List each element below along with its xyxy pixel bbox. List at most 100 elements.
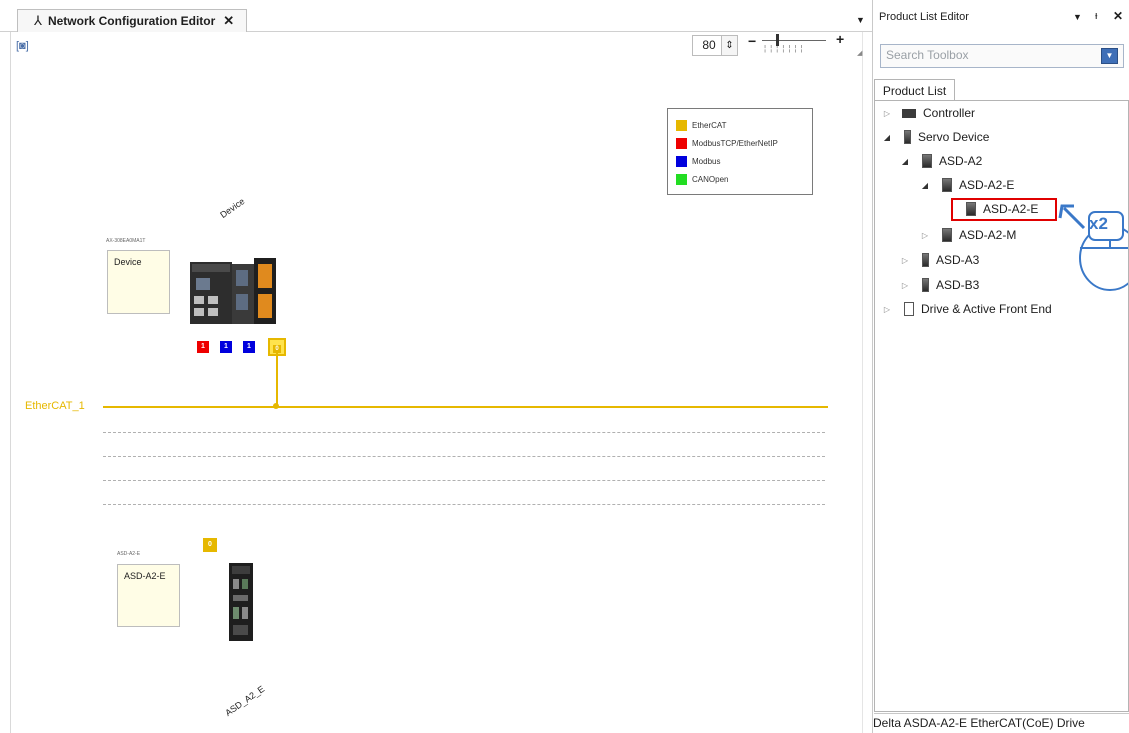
tree-item-label: ASD-B3 [936,278,980,292]
drive-device-box[interactable]: ASD-A2-E [117,564,180,627]
canvas-right-border [862,32,863,733]
bus-placeholder-line [103,504,825,505]
servo-icon [942,178,952,192]
tree-item-asd-a2-e-group[interactable]: ◢ ASD-A2-E [918,175,1014,195]
tree-item-controller[interactable]: ▷ Controller [880,103,975,123]
collapsed-arrow-icon[interactable]: ▷ [918,231,932,240]
zoom-in-button[interactable]: + [836,31,844,47]
drive-port-ethercat[interactable]: 0 [203,538,217,552]
legend-item-canopen: CANOpen [676,173,728,185]
servo-icon [942,228,952,242]
protocol-legend: EtherCAT ModbusTCP/EtherNetIP Modbus CAN… [667,108,813,195]
resize-grip-icon: ◢ [857,50,863,57]
collapsed-arrow-icon[interactable]: ▷ [898,281,912,290]
controller-icon [902,108,916,118]
controller-rotated-label: Device [218,196,247,220]
legend-swatch [676,173,687,185]
collapsed-arrow-icon[interactable]: ▷ [898,256,912,265]
tab-network-configuration-editor[interactable]: ⅄ Network Configuration Editor ✕ [17,9,247,32]
controller-port-modbus[interactable]: 1 [220,341,232,353]
drive-model-label: ASD-A2-E [117,551,141,557]
tree-item-label: Servo Device [918,130,990,144]
servo-icon [966,202,976,216]
collapsed-arrow-icon[interactable]: ▷ [880,109,894,118]
tree-item-servo-device[interactable]: ◢ Servo Device [880,127,989,147]
zoom-slider-ticks: ¦¦¦¦¦¦¦ [764,44,807,53]
legend-label: Modbus [692,156,721,166]
controller-device-image[interactable] [190,258,276,326]
tab-product-list[interactable]: Product List [874,79,955,101]
tree-item-label: ASD-A3 [936,253,980,267]
tree-item-label: ASD-A2-E [959,178,1015,192]
servo-drive-hardware-icon [229,563,253,641]
ethercat-bus-label[interactable]: EtherCAT_1 [25,400,85,412]
panel-menu-dropdown-icon[interactable]: ▼ [1073,12,1082,22]
expanded-arrow-icon[interactable]: ◢ [918,181,932,190]
drive-rotated-label: ASD_A2_E [223,683,267,718]
controller-port-modbustcp[interactable]: 1 [197,341,209,353]
bus-placeholder-line [103,456,825,457]
panel-divider [872,0,873,733]
tree-item-label: ASD-A2-M [959,228,1017,242]
network-editor-icon: ⅄ [34,13,42,28]
editor-tab-strip: ⅄ Network Configuration Editor ✕ ▼ [0,0,872,32]
panel-title: Product List Editor [879,11,969,23]
legend-item-ethercat: EtherCAT [676,119,727,131]
tree-item-label: ASD-A2 [939,154,983,168]
ethercat-bus-drop-line [276,351,278,407]
legend-item-modbus: Modbus [676,155,720,167]
double-click-count: x2 [1089,214,1108,233]
legend-item-modbustcp: ModbusTCP/EtherNetIP [676,137,778,149]
tab-label: Network Configuration Editor [47,14,216,28]
zoom-out-button[interactable]: − [748,33,756,49]
legend-swatch [676,137,687,149]
search-toolbox-field[interactable]: Search Toolbox [880,44,1124,68]
zoom-slider-thumb[interactable] [776,34,779,46]
tree-item-label: Controller [923,106,976,120]
tree-item-label: Drive & Active Front End [921,302,1052,316]
controller-device-name: Device [114,257,142,267]
product-description: Delta ASDA-A2-E EtherCAT(CoE) Drive [873,716,1085,730]
tree-item-asd-a2-e-product[interactable]: ASD-A2-E [958,199,1038,219]
plc-hardware-icon [190,258,276,324]
legend-swatch [676,155,687,167]
expanded-arrow-icon[interactable]: ◢ [898,157,912,166]
zoom-slider[interactable] [762,40,826,41]
tab-close-icon[interactable]: ✕ [223,13,234,29]
legend-label: CANOpen [692,174,729,184]
zoom-to-fit-icon[interactable]: [◙] [16,40,30,52]
servo-icon [922,253,929,267]
search-dropdown-icon[interactable]: ▼ [1101,48,1118,64]
status-divider [874,713,1129,714]
legend-label: ModbusTCP/EtherNetIP [692,138,778,148]
drive-device-image[interactable] [229,563,253,641]
ethercat-bus-junction [273,403,279,409]
legend-label: EtherCAT [692,120,727,130]
controller-model-label: AX-308EA0MA1T [106,238,146,244]
tree-item-asd-a3[interactable]: ▷ ASD-A3 [898,250,979,270]
servo-icon [922,154,932,168]
drive-device-name: ASD-A2-E [124,571,166,581]
servo-icon [922,278,929,292]
tab-list-dropdown-icon[interactable]: ▼ [856,15,865,25]
zoom-spinner-icon[interactable]: ⇕ [721,35,738,56]
tree-item-asd-b3[interactable]: ▷ ASD-B3 [898,275,979,295]
panel-pin-icon[interactable]: ᵻ [1095,10,1097,22]
controller-device-box[interactable]: Device [107,250,170,314]
ethercat-bus-line[interactable] [103,406,828,408]
network-configuration-editor: ⅄ Network Configuration Editor ✕ ▼ [◙] 8… [0,0,872,733]
panel-close-icon[interactable]: ✕ [1113,9,1123,23]
drive-icon [904,302,914,316]
bus-placeholder-line [103,480,825,481]
controller-port-modbus[interactable]: 1 [243,341,255,353]
expanded-arrow-icon[interactable]: ◢ [880,133,894,142]
tree-item-asd-a2-m[interactable]: ▷ ASD-A2-M [918,225,1016,245]
bus-placeholder-line [103,432,825,433]
servo-icon [904,130,911,144]
tree-item-asd-a2[interactable]: ◢ ASD-A2 [898,151,982,171]
canvas-left-border [10,32,11,733]
tree-item-drive-active-front-end[interactable]: ▷ Drive & Active Front End [880,299,1052,319]
legend-swatch [676,119,687,131]
collapsed-arrow-icon[interactable]: ▷ [880,305,894,314]
search-toolbox-input[interactable]: Search Toolbox [886,48,969,62]
